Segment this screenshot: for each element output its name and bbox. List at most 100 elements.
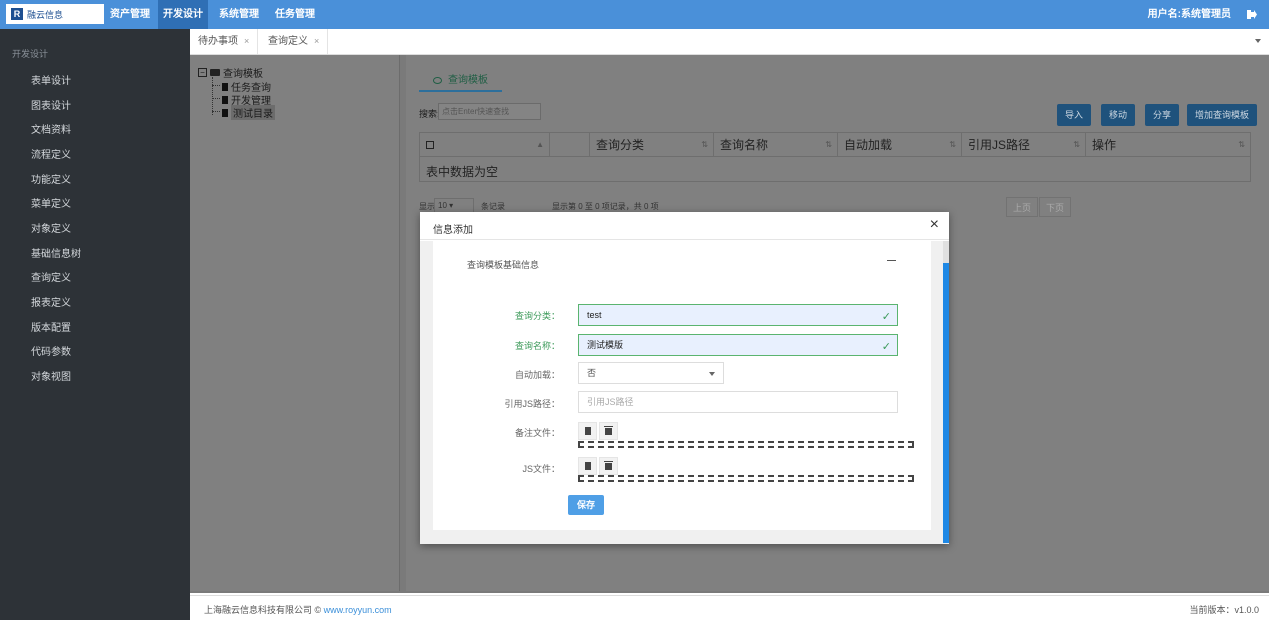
nav-system-management[interactable]: 系统管理 — [214, 0, 264, 29]
sidebar-item-form-design[interactable]: 表单设计 — [31, 72, 71, 87]
collapse-icon[interactable]: − — [198, 68, 207, 77]
column-label: 查询名称 — [720, 138, 769, 152]
note-file-label: 备注文件： — [514, 428, 560, 438]
name-input[interactable]: 测试模版 ✓ — [578, 334, 898, 356]
trash-icon — [604, 460, 613, 470]
category-input[interactable]: test ✓ — [578, 304, 898, 326]
column-spacer — [550, 133, 590, 157]
sort-icon: ⇅ — [1238, 140, 1245, 149]
prev-page-button[interactable]: 上页 — [1006, 197, 1039, 217]
sort-icon: ⇅ — [701, 140, 708, 149]
delete-file-button[interactable] — [599, 422, 618, 440]
file-icon — [222, 95, 228, 104]
share-button[interactable]: 分享 — [1145, 104, 1180, 126]
page-size-label: 显示 — [419, 202, 435, 211]
tab-todo[interactable]: 待办事项 × — [190, 29, 259, 54]
sidebar-item-object-view[interactable]: 对象视图 — [31, 368, 71, 383]
tree-root[interactable]: − 查询模板 — [198, 65, 263, 80]
sidebar-item-query-definition[interactable]: 查询定义 — [31, 269, 71, 284]
top-nav: 资产管理 开发设计 系统管理 任务管理 — [104, 0, 320, 29]
next-page-button[interactable]: 下页 — [1039, 197, 1072, 217]
footer: 上海融云信息科技有限公司 © www.royyun.com 当前版本：v1.0.… — [190, 595, 1269, 620]
js-file-buttons — [578, 457, 618, 475]
tab-query-definition[interactable]: 查询定义 × — [260, 29, 329, 54]
page-size-select[interactable]: 10 ▾ — [434, 198, 474, 213]
column-category[interactable]: 查询分类 ⇅ — [590, 133, 714, 157]
range-info: 显示第 0 至 0 项记录，共 0 项 — [552, 202, 659, 211]
save-button[interactable]: 保存 — [568, 495, 604, 515]
chevron-down-icon[interactable] — [1255, 39, 1261, 43]
trash-icon — [604, 425, 613, 435]
tree-line — [212, 85, 220, 86]
page-size-value: 10 — [438, 201, 447, 210]
column-name[interactable]: 查询名称 ⇅ — [714, 133, 838, 157]
column-autoload[interactable]: 自动加载 ⇅ — [838, 133, 962, 157]
tree-line — [212, 111, 220, 112]
sidebar-item-documents[interactable]: 文档资料 — [31, 121, 71, 136]
comment-icon — [433, 76, 442, 84]
sidebar-item-function-definition[interactable]: 功能定义 — [31, 171, 71, 186]
sidebar-item-report-definition[interactable]: 报表定义 — [31, 294, 71, 309]
sidebar-item-version-config[interactable]: 版本配置 — [31, 319, 71, 334]
add-query-template-button[interactable]: 增加查询模板 — [1187, 104, 1258, 126]
sort-icon: ⇅ — [1073, 140, 1080, 149]
sort-icon: ⇅ — [949, 140, 956, 149]
select-all-checkbox[interactable] — [426, 141, 434, 149]
close-icon[interactable]: × — [314, 36, 319, 46]
footer-company: 上海融云信息科技有限公司 © www.royyun.com — [204, 603, 392, 616]
tree-panel: − 查询模板 任务查询 开发管理 测试目录 — [190, 55, 400, 591]
table-empty-message: 表中数据为空 — [426, 165, 499, 179]
sidebar-item-menu-definition[interactable]: 菜单定义 — [31, 195, 71, 210]
user-name: 用户名:系统管理员 — [1147, 9, 1231, 20]
company-link[interactable]: www.royyun.com — [324, 605, 392, 615]
js-path-input[interactable]: 引用JS路径 — [578, 391, 898, 413]
autoload-select[interactable]: 否 — [578, 362, 724, 384]
search-label: 搜索: — [419, 109, 440, 119]
info-add-dialog: 信息添加 × 查询模板基础信息 查询分类： test ✓ 查询名称： 测试模版 … — [420, 212, 949, 544]
minus-icon[interactable] — [887, 260, 896, 261]
logo[interactable]: R 融云信息 — [6, 4, 104, 24]
upload-file-button[interactable] — [578, 422, 597, 440]
tab-label: 查询模板 — [448, 75, 488, 86]
nav-dev-design[interactable]: 开发设计 — [158, 0, 208, 29]
folder-icon — [210, 69, 220, 76]
sidebar-item-code-params[interactable]: 代码参数 — [31, 343, 71, 358]
js-file-dropzone[interactable] — [578, 475, 914, 482]
nav-asset-management[interactable]: 资产管理 — [104, 0, 158, 29]
tab-query-template[interactable]: 查询模板 — [419, 70, 502, 92]
delete-file-button[interactable] — [599, 457, 618, 475]
column-actions[interactable]: 操作 ⇅ — [1086, 133, 1250, 157]
nav-task-management[interactable]: 任务管理 — [270, 0, 320, 29]
sidebar-item-chart-design[interactable]: 图表设计 — [31, 97, 71, 112]
close-icon[interactable]: × — [930, 217, 939, 233]
column-label: 操作 — [1092, 138, 1117, 152]
sidebar-item-object-definition[interactable]: 对象定义 — [31, 220, 71, 235]
tree-node-label: 查询模板 — [223, 69, 263, 80]
file-icon — [222, 82, 228, 91]
note-file-buttons — [578, 422, 618, 440]
column-select[interactable]: ▲ — [420, 133, 550, 157]
close-icon[interactable]: × — [244, 36, 249, 46]
column-js-path[interactable]: 引用JS路径 ⇅ — [962, 133, 1086, 157]
sidebar: 开发设计 表单设计 图表设计 文档资料 流程定义 功能定义 菜单定义 对象定义 … — [0, 29, 190, 620]
sidebar-item-process-definition[interactable]: 流程定义 — [31, 146, 71, 161]
table-header: ▲ 查询分类 ⇅ 查询名称 ⇅ 自动加载 ⇅ 引用JS路径 ⇅ 操作 ⇅ — [420, 133, 1250, 157]
move-button[interactable]: 移动 — [1101, 104, 1136, 126]
import-button[interactable]: 导入 — [1057, 104, 1092, 126]
search-input[interactable]: 点击Enter快速查找 — [438, 103, 541, 120]
note-file-dropzone[interactable] — [578, 441, 914, 448]
scrollbar-thumb[interactable] — [943, 263, 949, 543]
tree-node-selected[interactable]: 测试目录 — [222, 105, 275, 120]
tree-line — [212, 77, 213, 115]
upload-file-button[interactable] — [578, 457, 597, 475]
autoload-value: 否 — [587, 368, 597, 378]
tab-label: 查询定义 — [268, 36, 308, 47]
category-value: test — [587, 310, 602, 320]
js-file-label: JS文件： — [522, 464, 560, 474]
sidebar-item-basic-info-tree[interactable]: 基础信息树 — [31, 245, 81, 260]
sort-icon: ⇅ — [825, 140, 832, 149]
category-label: 查询分类： — [514, 311, 560, 321]
logout-icon[interactable] — [1247, 10, 1257, 19]
name-value: 测试模版 — [587, 340, 624, 350]
data-table: ▲ 查询分类 ⇅ 查询名称 ⇅ 自动加载 ⇅ 引用JS路径 ⇅ 操作 ⇅ 表中数… — [419, 132, 1251, 182]
